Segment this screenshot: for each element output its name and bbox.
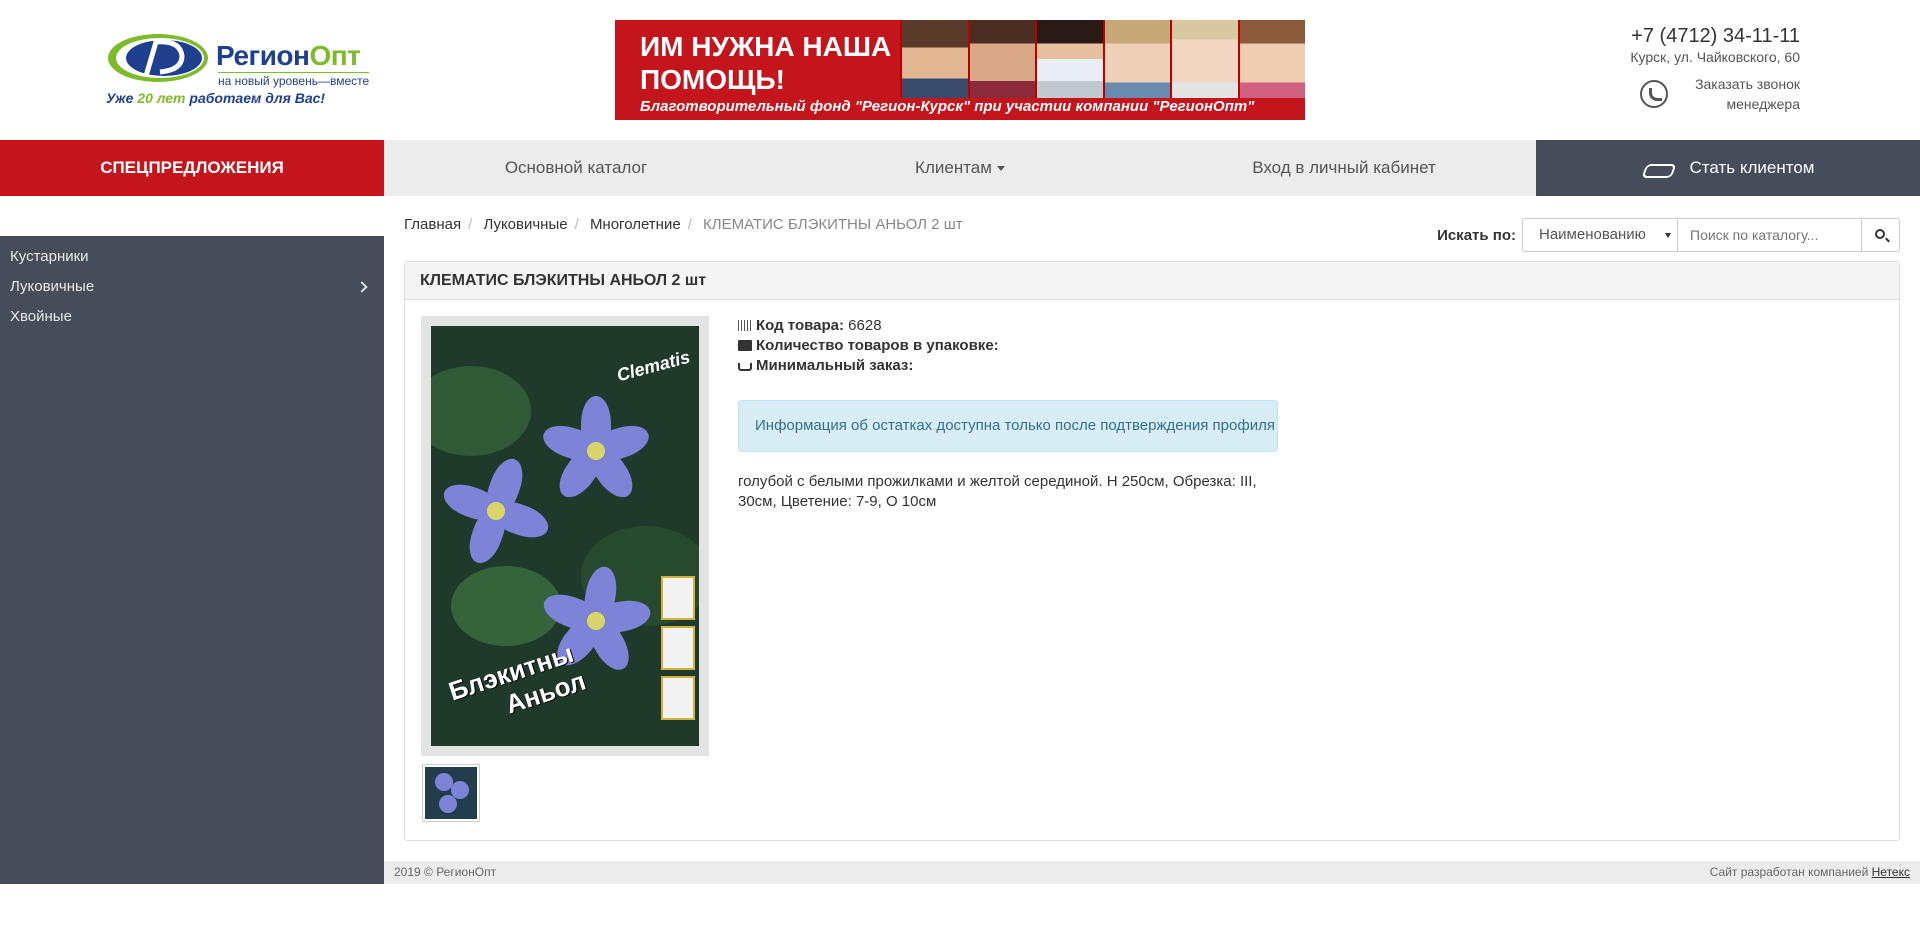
stock-notice: Информация об остатках доступна только п… [738, 400, 1278, 452]
logo-tagline: на новый уровень—вместе [218, 72, 370, 88]
main-nav: СПЕЦПРЕДЛОЖЕНИЯ Основной каталог Клиента… [0, 140, 1920, 196]
nav-login[interactable]: Вход в личный кабинет [1152, 140, 1536, 196]
product-thumbnail[interactable] [422, 764, 480, 822]
kid-photo [1102, 20, 1170, 98]
box-icon [738, 340, 752, 351]
nav-clients[interactable]: Клиентам [768, 140, 1152, 196]
kid-photo [1035, 20, 1103, 98]
contacts: +7 (4712) 34-11-11 Курск, ул. Чайковског… [1630, 24, 1800, 66]
logo[interactable]: РегионОпт на новый уровень—вместе Уже 20… [106, 30, 376, 110]
nav-become-client[interactable]: Стать клиентом [1536, 140, 1920, 196]
banner-subtitle: Благотворительный фонд "Регион-Курск" пр… [640, 98, 1255, 115]
barcode-icon [738, 320, 752, 331]
breadcrumb-current: КЛЕМАТИС БЛЭКИТНЫ АНЬОЛ 2 шт [703, 216, 963, 233]
product-description: голубой с белыми прожилками и желтой сер… [738, 473, 1257, 510]
header: РегионОпт на новый уровень—вместе Уже 20… [0, 0, 1920, 140]
sidebar: Кустарники Луковичные Хвойные [0, 236, 384, 884]
address: Курск, ул. Чайковского, 60 [1630, 49, 1800, 65]
sidebar-item-bulbs[interactable]: Луковичные [0, 272, 384, 302]
search-input[interactable] [1678, 218, 1862, 252]
charity-banner[interactable]: ИМ НУЖНА НАША ПОМОЩЬ! Благотворительный … [615, 20, 1305, 120]
callback-text: Заказать звонок менеджера [1695, 76, 1800, 112]
banner-kids-photos [900, 20, 1305, 98]
product-photo: Clematis Блэкитны Аньол [431, 326, 699, 746]
product-pack-qty: Количество товаров в упаковке: [738, 336, 1638, 356]
kid-photo [1237, 20, 1305, 98]
product-info: Код товара: 6628 Количество товаров в уп… [738, 316, 1638, 512]
caret-down-icon [1665, 233, 1671, 238]
logo-slogan: Уже 20 лет работаем для Вас! [106, 90, 326, 106]
footer: 2019 © РегионОпт Сайт разработан компани… [384, 861, 1920, 884]
catalog-search: Искать по: Наименованию [1437, 218, 1900, 252]
breadcrumb: Главная / Луковичные / Многолетние / КЛЕМАТ… [404, 216, 963, 233]
product-image[interactable]: Clematis Блэкитны Аньол [421, 316, 709, 756]
sidebar-item-conifers[interactable]: Хвойные [0, 302, 384, 332]
product-title: КЛЕМАТИС БЛЭКИТНЫ АНЬОЛ 2 шт [405, 262, 1899, 300]
breadcrumb-item[interactable]: Главная [404, 216, 461, 233]
search-label: Искать по: [1437, 226, 1516, 244]
footer-developer: Сайт разработан компанией Нетекс [1709, 865, 1910, 879]
caret-down-icon [996, 166, 1005, 172]
sidebar-item-shrubs[interactable]: Кустарники [0, 242, 384, 272]
product-panel: КЛЕМАТИС БЛЭКИТНЫ АНЬОЛ 2 шт Clematis Бл… [404, 261, 1900, 841]
developer-link[interactable]: Нетекс [1872, 865, 1910, 879]
chevron-right-icon [356, 281, 368, 293]
product-min-order: Минимальный заказ: [738, 356, 1638, 376]
search-icon [1875, 229, 1885, 239]
photo-title: Блэкитны Аньол [444, 637, 590, 720]
banner-title: ИМ НУЖНА НАША ПОМОЩЬ! [640, 31, 892, 95]
nav-catalog[interactable]: Основной каталог [384, 140, 768, 196]
handshake-icon [1642, 160, 1672, 178]
kid-photo [967, 20, 1035, 98]
footer-copyright: 2019 © РегионОпт [394, 865, 497, 879]
cart-icon [738, 363, 752, 371]
product-code: Код товара: 6628 [738, 316, 1638, 336]
kid-photo [900, 20, 968, 98]
logo-brand: РегионОпт [216, 40, 361, 71]
search-type-select[interactable]: Наименованию [1522, 218, 1678, 252]
breadcrumb-item[interactable]: Луковичные [483, 216, 567, 233]
breadcrumb-item[interactable]: Многолетние [590, 216, 681, 233]
callback-link[interactable]: Заказать звонок менеджера [1640, 74, 1800, 116]
kid-photo [1170, 20, 1238, 98]
nav-special-offers[interactable]: СПЕЦПРЕДЛОЖЕНИЯ [0, 140, 384, 196]
logo-emblem-icon [108, 34, 208, 82]
search-button[interactable] [1862, 218, 1900, 252]
phone[interactable]: +7 (4712) 34-11-11 [1630, 24, 1800, 48]
phone-icon [1640, 80, 1668, 108]
